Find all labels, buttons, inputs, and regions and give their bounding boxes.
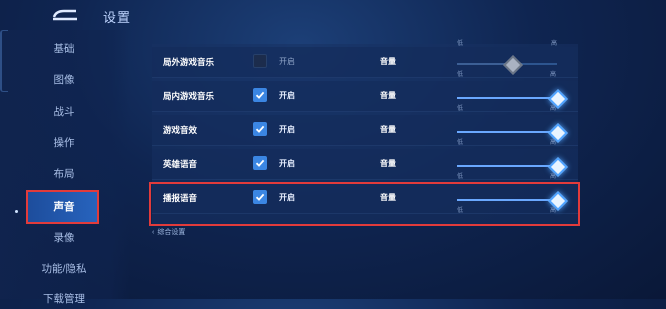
setting-row: 局内游戏音乐 开启 音量低 高 <box>152 81 578 112</box>
sidebar-item-features-privacy[interactable]: 功能/隐私 <box>28 259 100 279</box>
back-button[interactable] <box>48 6 82 24</box>
checkmark-icon <box>255 125 265 133</box>
setting-row: 游戏音效 开启 音量低 高 <box>152 115 578 146</box>
volume-slider-fill <box>457 131 557 133</box>
volume-slider[interactable] <box>457 89 568 109</box>
sidebar-item-graphics[interactable]: 图像 <box>28 70 100 90</box>
sidebar-item-replay[interactable]: 录像 <box>28 228 100 248</box>
arrow-icon: ‹ <box>152 229 155 236</box>
sidebar-item-combat[interactable]: 战斗 <box>28 102 100 122</box>
setting-label: 英雄语音 <box>163 159 198 169</box>
general-settings-label: 综合设置 <box>157 229 186 236</box>
volume-scale-high: 高 <box>550 174 557 180</box>
volume-label: 音量 <box>380 57 396 66</box>
decorative-glint <box>15 210 18 213</box>
general-settings-link[interactable]: ‹ 综合设置 <box>152 227 185 237</box>
volume-slider[interactable] <box>457 55 557 75</box>
volume-label: 音量 <box>380 91 396 100</box>
setting-row: 局外游戏音乐 开启 音量低 高 <box>152 47 578 78</box>
volume-slider-thumb[interactable] <box>503 55 523 75</box>
checkmark-icon <box>255 91 265 99</box>
volume-slider-fill <box>457 165 557 167</box>
sidebar-item-sound[interactable]: 声音 <box>28 197 100 217</box>
checkmark-icon <box>255 159 265 167</box>
volume-scale-low: 低 <box>457 174 464 180</box>
volume-label: 音量 <box>380 159 396 168</box>
broadcast-voice-row-highlight <box>149 182 580 226</box>
volume-scale-low: 低 <box>457 72 464 78</box>
setting-label: 局外游戏音乐 <box>163 57 215 67</box>
setting-label: 局内游戏音乐 <box>163 91 215 101</box>
sidebar-item-layout[interactable]: 布局 <box>28 164 100 184</box>
sidebar-item-basic[interactable]: 基础 <box>28 39 100 59</box>
volume-scale-low: 低 <box>457 106 464 112</box>
enable-checkbox[interactable] <box>253 122 267 136</box>
volume-slider-fill <box>457 97 557 99</box>
enable-checkbox[interactable] <box>253 156 267 170</box>
enable-label: 开启 <box>279 125 295 134</box>
volume-scale-high: 高 <box>550 106 557 112</box>
enable-label: 开启 <box>279 91 295 100</box>
volume-scale-low: 低 <box>457 140 464 146</box>
enable-checkbox[interactable] <box>253 54 267 68</box>
volume-scale-high: 高 <box>551 41 558 47</box>
volume-slider[interactable] <box>457 157 568 177</box>
sidebar-edge-decoration <box>0 30 8 92</box>
setting-row: 英雄语音 开启 音量低 高 <box>152 149 578 180</box>
enable-checkbox[interactable] <box>253 88 267 102</box>
back-arrow-icon <box>52 9 77 21</box>
page-title: 设置 <box>103 10 132 25</box>
sidebar-item-download-management[interactable]: 下载管理 <box>28 289 100 309</box>
setting-label: 游戏音效 <box>163 125 198 135</box>
volume-slider[interactable] <box>457 123 568 143</box>
volume-label: 音量 <box>380 125 396 134</box>
volume-scale-high: 高 <box>550 72 557 78</box>
sidebar-item-controls[interactable]: 操作 <box>28 133 100 153</box>
volume-scale-high: 高 <box>550 140 557 146</box>
volume-scale-low: 低 <box>457 41 464 47</box>
enable-label: 开启 <box>279 159 295 168</box>
enable-label: 开启 <box>279 57 295 66</box>
